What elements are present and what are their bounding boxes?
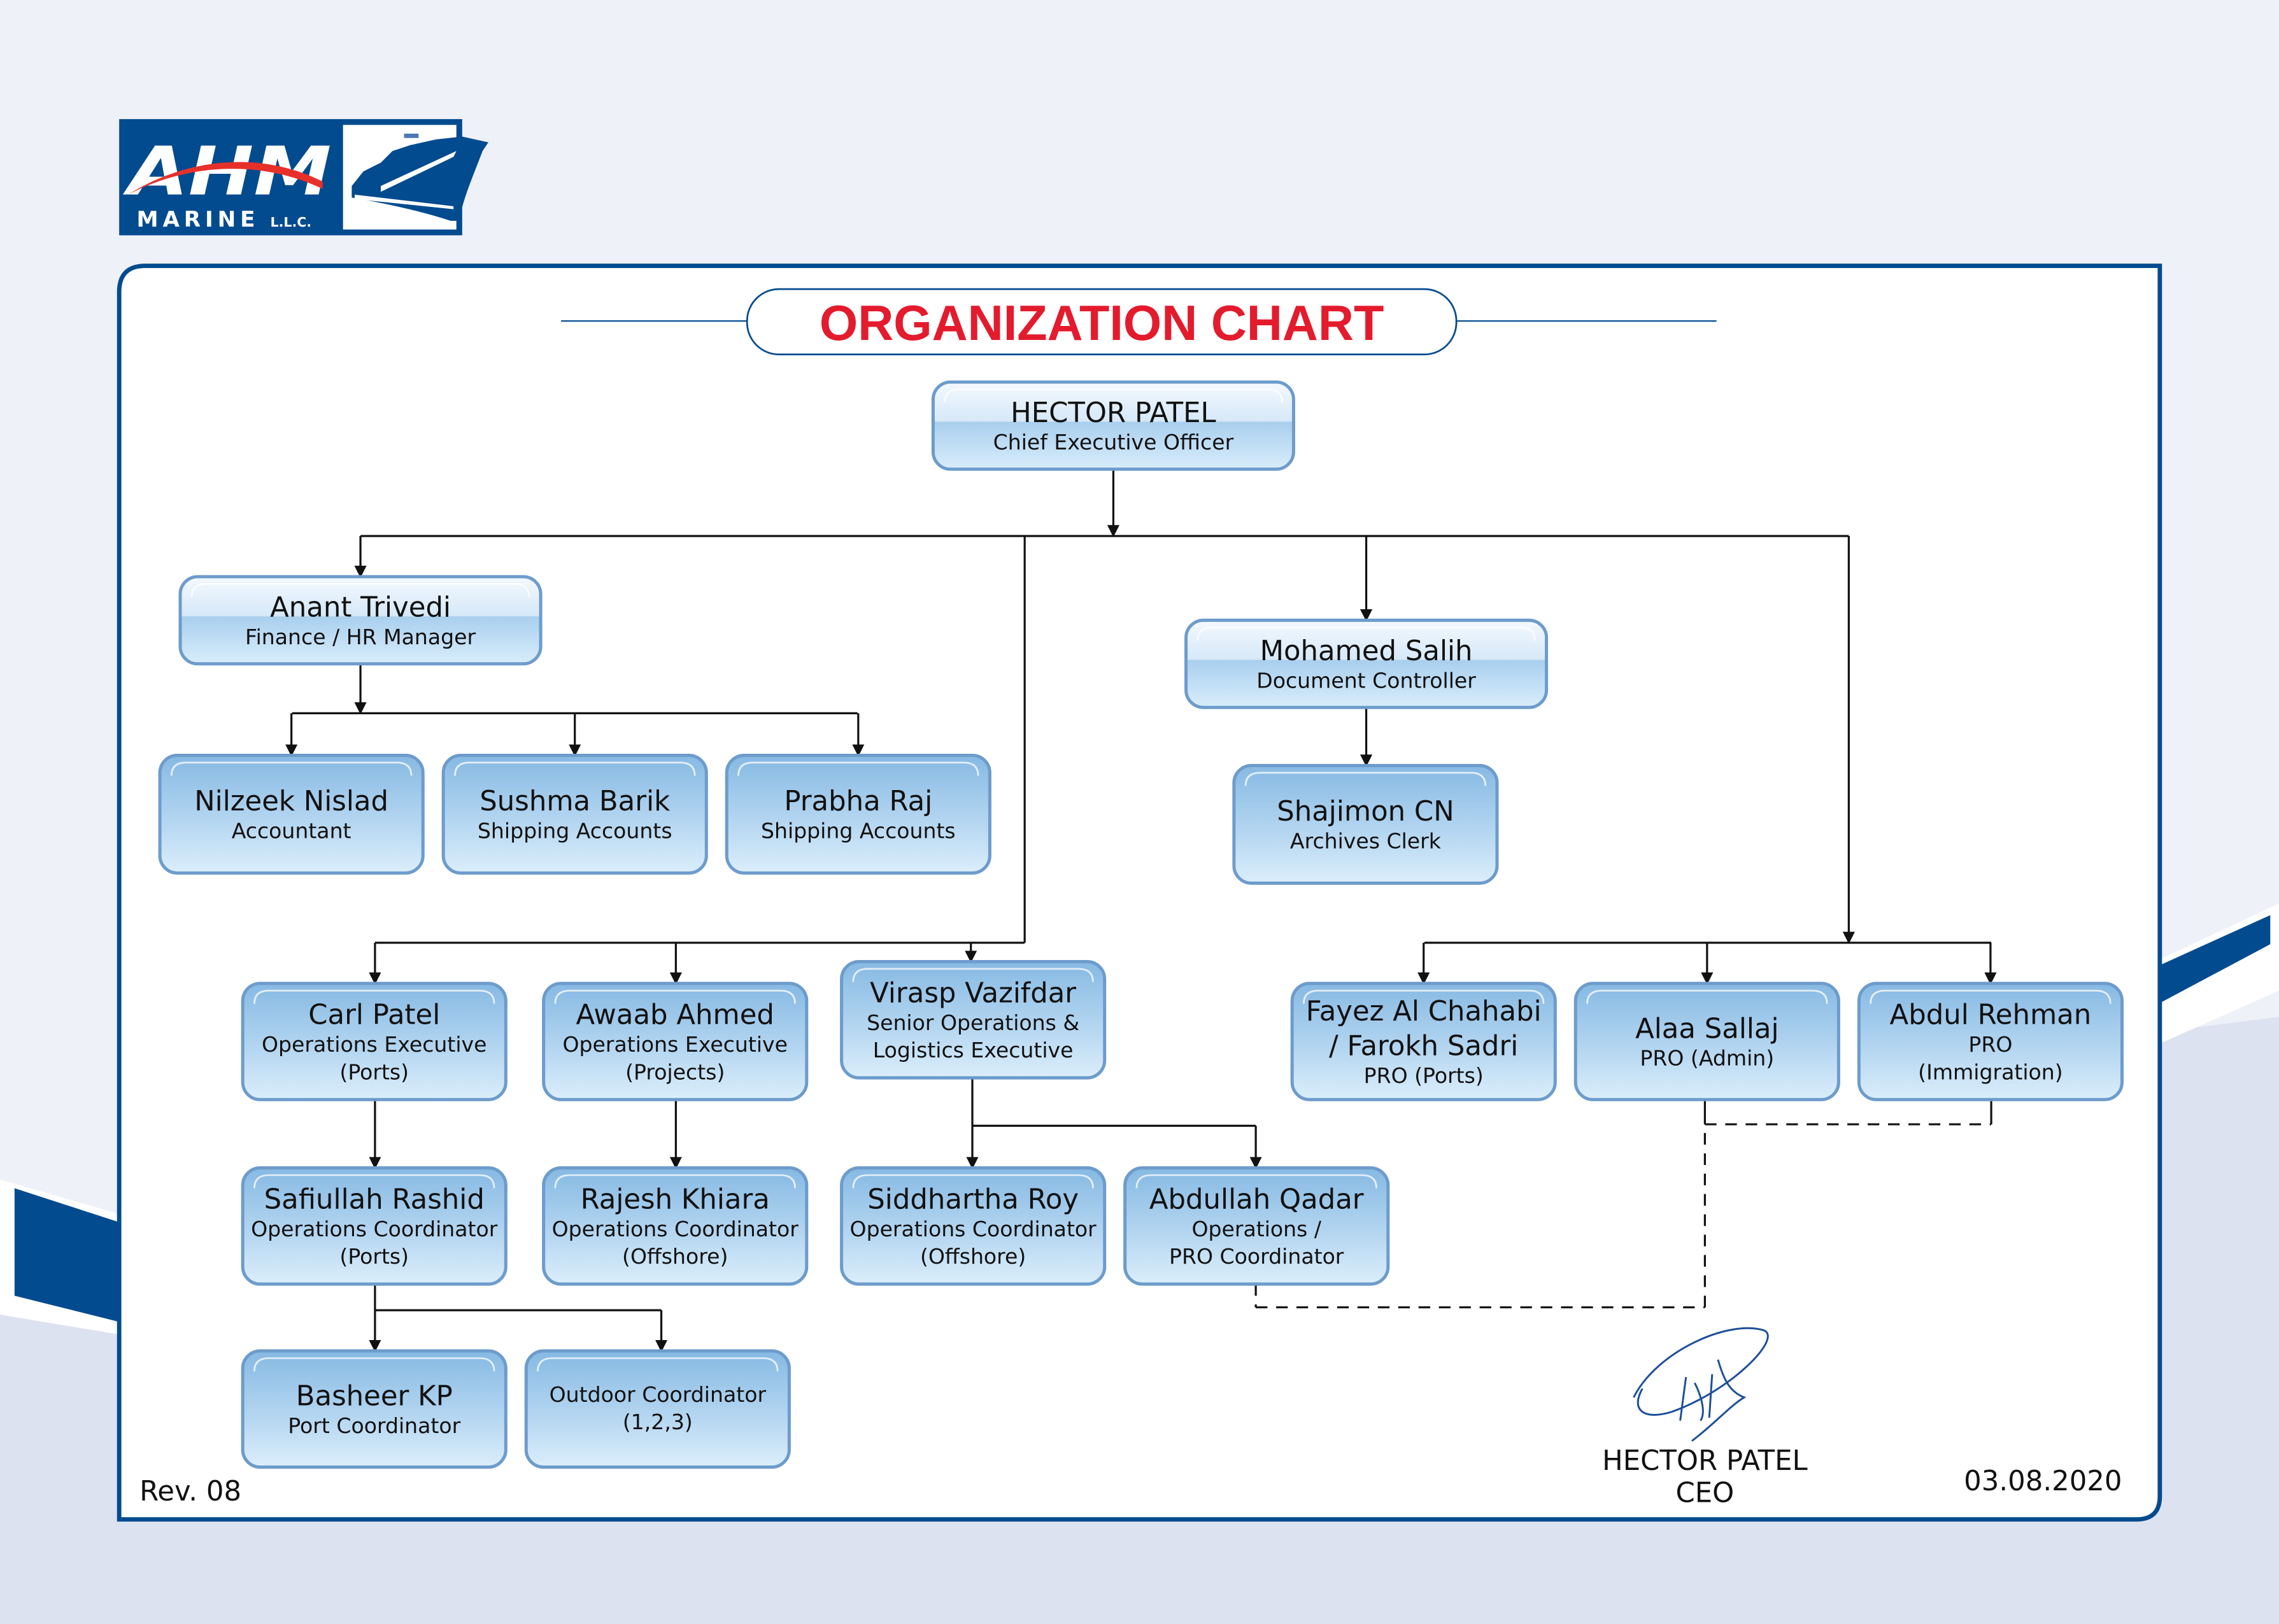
org-node-role: Document Controller — [1256, 668, 1476, 693]
logo-marine-text: MARINE — [137, 207, 260, 232]
org-node-role: Operations Coordinator — [251, 1217, 498, 1241]
org-node-name: Virasp Vazifdar — [870, 977, 1076, 1009]
org-node-role: Outdoor Coordinator — [550, 1382, 767, 1407]
org-node-role: Accountant — [232, 819, 351, 844]
org-node-siddhartha[interactable]: Siddhartha RoyOperations Coordinator (Off… — [840, 1166, 1107, 1286]
org-node-awaab[interactable]: Awaab AhmedOperations Executive(Projects… — [542, 982, 809, 1101]
org-node-sushma[interactable]: Sushma BarikShipping Accounts — [441, 754, 708, 875]
org-node-basheer[interactable]: Basheer KPPort Coordinator — [241, 1349, 508, 1469]
org-node-name: Fayez Al Chahabi — [1306, 996, 1542, 1027]
org-node-role: Shipping Accounts — [761, 819, 956, 844]
org-node-name: Nilzeek Nislad — [194, 786, 388, 817]
org-node-name: Safiullah Rashid — [264, 1183, 485, 1215]
org-node-role: Operations Coordinator — [552, 1217, 799, 1241]
org-node-role: (Projects) — [625, 1059, 725, 1084]
org-node-name: Anant Trivedi — [270, 592, 451, 624]
org-node-role: PRO (Ports) — [1364, 1063, 1484, 1088]
org-node-safiullah[interactable]: Safiullah RashidOperations Coordinator (P… — [241, 1166, 508, 1286]
org-node-role: PRO — [1968, 1032, 2012, 1057]
org-node-name: / Farokh Sadri — [1329, 1031, 1518, 1063]
org-node-anant[interactable]: Anant TrivediFinance / HR Manager — [178, 575, 543, 666]
org-node-role: PRO (Admin) — [1640, 1046, 1774, 1071]
org-node-abdullah[interactable]: Abdullah QadarOperations / PRO Coordinato… — [1123, 1166, 1390, 1286]
org-node-role: Operations / — [1191, 1217, 1321, 1241]
org-node-role: (Ports) — [339, 1059, 409, 1084]
org-node-rajesh[interactable]: Rajesh KhiaraOperations Coordinator (Offs… — [542, 1166, 809, 1286]
org-node-name: Siddhartha Roy — [867, 1183, 1079, 1215]
org-node-nilzeek[interactable]: Nilzeek NisladAccountant — [158, 754, 425, 875]
org-node-role: Senior Operations & — [867, 1010, 1079, 1035]
org-node-role: Archives Clerk — [1290, 829, 1442, 854]
logo-llc-text: L.L.C. — [271, 215, 312, 230]
signatory-name: HECTOR PATEL — [1602, 1445, 1808, 1477]
org-node-role: Operations Executive — [262, 1032, 486, 1057]
org-node-role: Operations Coordinator — [850, 1217, 1097, 1241]
org-node-abdul[interactable]: Abdul RehmanPRO(Immigration) — [1857, 982, 2124, 1101]
org-node-shajimon[interactable]: Shajimon CNArchives Clerk — [1232, 763, 1499, 885]
org-node-prabha[interactable]: Prabha RajShipping Accounts — [725, 754, 991, 875]
org-node-virasp[interactable]: Virasp VazifdarSenior Operations & Logist… — [840, 960, 1107, 1080]
org-node-role: (1,2,3) — [623, 1409, 693, 1434]
org-node-role: Finance / HR Manager — [245, 625, 476, 649]
org-node-ceo[interactable]: HECTOR PATELChief Executive Officer — [931, 380, 1295, 471]
org-node-role: (Offshore) — [622, 1244, 728, 1269]
org-node-name: Shajimon CN — [1277, 796, 1454, 828]
org-node-fayez[interactable]: Fayez Al Chahabi / Farokh SadriPRO (Ports… — [1290, 982, 1557, 1101]
revision-label: Rev. 08 — [139, 1476, 241, 1507]
org-node-role: (Ports) — [339, 1244, 409, 1269]
org-node-alaa[interactable]: Alaa SallajPRO (Admin) — [1573, 982, 1840, 1101]
org-chart-page: AHM MARINE L.L.C. ORGANIZATION CHART HEC… — [0, 0, 2279, 1624]
org-node-name: Basheer KP — [296, 1381, 453, 1413]
org-node-role: Chief Executive Officer — [993, 430, 1234, 455]
org-node-name: Abdul Rehman — [1890, 999, 2092, 1031]
signatory-title: CEO — [1675, 1477, 1734, 1509]
org-node-name: HECTOR PATEL — [1011, 397, 1216, 429]
org-node-role: Logistics Executive — [873, 1038, 1074, 1063]
org-node-role: (Offshore) — [920, 1244, 1026, 1269]
org-node-name: Rajesh Khiara — [581, 1183, 770, 1215]
org-node-role: PRO Coordinator — [1169, 1244, 1344, 1269]
org-node-name: Awaab Ahmed — [576, 999, 774, 1031]
org-node-name: Alaa Sallaj — [1635, 1013, 1778, 1045]
org-node-name: Prabha Raj — [784, 786, 932, 817]
company-logo: AHM MARINE L.L.C. — [119, 119, 488, 236]
org-node-carl[interactable]: Carl PatelOperations Executive(Ports) — [241, 982, 508, 1101]
org-node-outdoor[interactable]: Outdoor Coordinator(1,2,3) — [524, 1349, 791, 1469]
org-node-role: Port Coordinator — [288, 1413, 460, 1438]
org-node-name: Abdullah Qadar — [1149, 1183, 1364, 1215]
document-date: 03.08.2020 — [1964, 1465, 2122, 1497]
org-node-role: (Immigration) — [1918, 1059, 2062, 1084]
org-node-name: Sushma Barik — [479, 786, 670, 817]
org-node-name: Mohamed Salih — [1260, 635, 1473, 667]
org-node-role: Shipping Accounts — [478, 819, 672, 844]
org-node-name: Carl Patel — [308, 999, 440, 1031]
logo-ahm-text: AHM — [123, 133, 332, 211]
page-title: ORGANIZATION CHART — [820, 296, 1384, 351]
org-node-role: Operations Executive — [562, 1032, 787, 1057]
org-node-mohamed[interactable]: Mohamed SalihDocument Controller — [1184, 618, 1549, 709]
